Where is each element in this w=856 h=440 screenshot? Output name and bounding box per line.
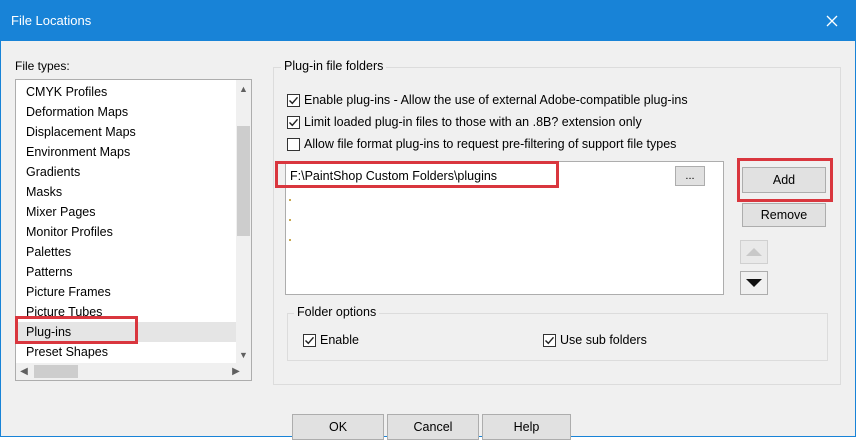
list-item[interactable]: CMYK Profiles [26, 82, 107, 102]
file-types-label: File types: [15, 59, 70, 73]
plugin-folder-list[interactable]: F:\PaintShop Custom Folders\plugins ... [285, 161, 724, 295]
scroll-thumb[interactable] [237, 126, 250, 236]
list-item[interactable]: Palettes [26, 242, 71, 262]
checkbox-label: Enable plug-ins - Allow the use of exter… [304, 93, 688, 107]
chevron-down-icon[interactable]: ▼ [236, 346, 251, 363]
file-locations-dialog: File Locations File types: CMYK Profiles… [0, 0, 856, 440]
list-item[interactable]: Preset Shapes [26, 342, 108, 362]
title-bar: File Locations [1, 1, 855, 41]
move-down-button[interactable] [740, 271, 768, 295]
scroll-thumb[interactable] [34, 365, 78, 378]
list-item[interactable]: Deformation Maps [26, 102, 128, 122]
use-subfolders-checkbox[interactable]: Use sub folders [543, 333, 647, 347]
list-item[interactable]: Gradients [26, 162, 80, 182]
chevron-up-icon[interactable]: ▲ [236, 80, 251, 97]
remove-button[interactable]: Remove [742, 203, 826, 227]
help-button[interactable]: Help [482, 414, 571, 440]
list-item[interactable]: Displacement Maps [26, 122, 136, 142]
plugin-folders-label: Plug-in file folders [281, 59, 387, 73]
horizontal-scrollbar[interactable]: ◀ ▶ [16, 363, 251, 380]
list-item[interactable]: Picture Frames [26, 282, 111, 302]
checkbox-label: Use sub folders [560, 333, 647, 347]
list-item[interactable]: Picture Tubes [26, 302, 102, 322]
folder-path[interactable]: F:\PaintShop Custom Folders\plugins [290, 169, 497, 183]
file-types-list[interactable]: CMYK Profiles Deformation Maps Displacem… [15, 79, 252, 381]
checkbox-icon[interactable] [287, 93, 300, 107]
list-item[interactable]: Environment Maps [26, 142, 130, 162]
ok-button[interactable]: OK [292, 414, 384, 440]
cancel-button[interactable]: Cancel [387, 414, 479, 440]
checkbox-icon[interactable] [543, 333, 556, 347]
move-up-button[interactable] [740, 240, 768, 264]
triangle-up-icon [746, 248, 762, 256]
empty-slot-marker [289, 199, 291, 201]
checkbox-label: Allow file format plug-ins to request pr… [304, 137, 677, 151]
allow-prefilter-checkbox[interactable]: Allow file format plug-ins to request pr… [287, 137, 676, 151]
enable-folder-checkbox[interactable]: Enable [303, 333, 359, 347]
empty-slot-marker [289, 219, 291, 221]
window-title: File Locations [11, 13, 92, 28]
list-item[interactable]: Mixer Pages [26, 202, 95, 222]
browse-button[interactable]: ... [675, 166, 705, 186]
empty-slot-marker [289, 239, 291, 241]
list-item[interactable]: Patterns [26, 262, 73, 282]
checkbox-label: Limit loaded plug-in files to those with… [304, 115, 642, 129]
checkbox-icon[interactable] [303, 333, 316, 347]
chevron-right-icon[interactable]: ▶ [228, 363, 244, 380]
vertical-scrollbar[interactable]: ▲ ▼ [236, 80, 251, 364]
chevron-left-icon[interactable]: ◀ [16, 363, 32, 380]
checkbox-icon[interactable] [287, 115, 300, 129]
list-item[interactable]: Masks [26, 182, 62, 202]
close-icon[interactable] [809, 1, 855, 41]
folder-options-label: Folder options [294, 305, 380, 319]
limit-plugins-checkbox[interactable]: Limit loaded plug-in files to those with… [287, 115, 642, 129]
triangle-down-icon [746, 279, 762, 287]
checkbox-icon[interactable] [287, 137, 300, 151]
checkbox-label: Enable [320, 333, 359, 347]
add-button[interactable]: Add [742, 167, 826, 193]
list-item-selected[interactable]: Plug-ins [16, 322, 238, 342]
enable-plugins-checkbox[interactable]: Enable plug-ins - Allow the use of exter… [287, 93, 688, 107]
list-item[interactable]: Monitor Profiles [26, 222, 113, 242]
